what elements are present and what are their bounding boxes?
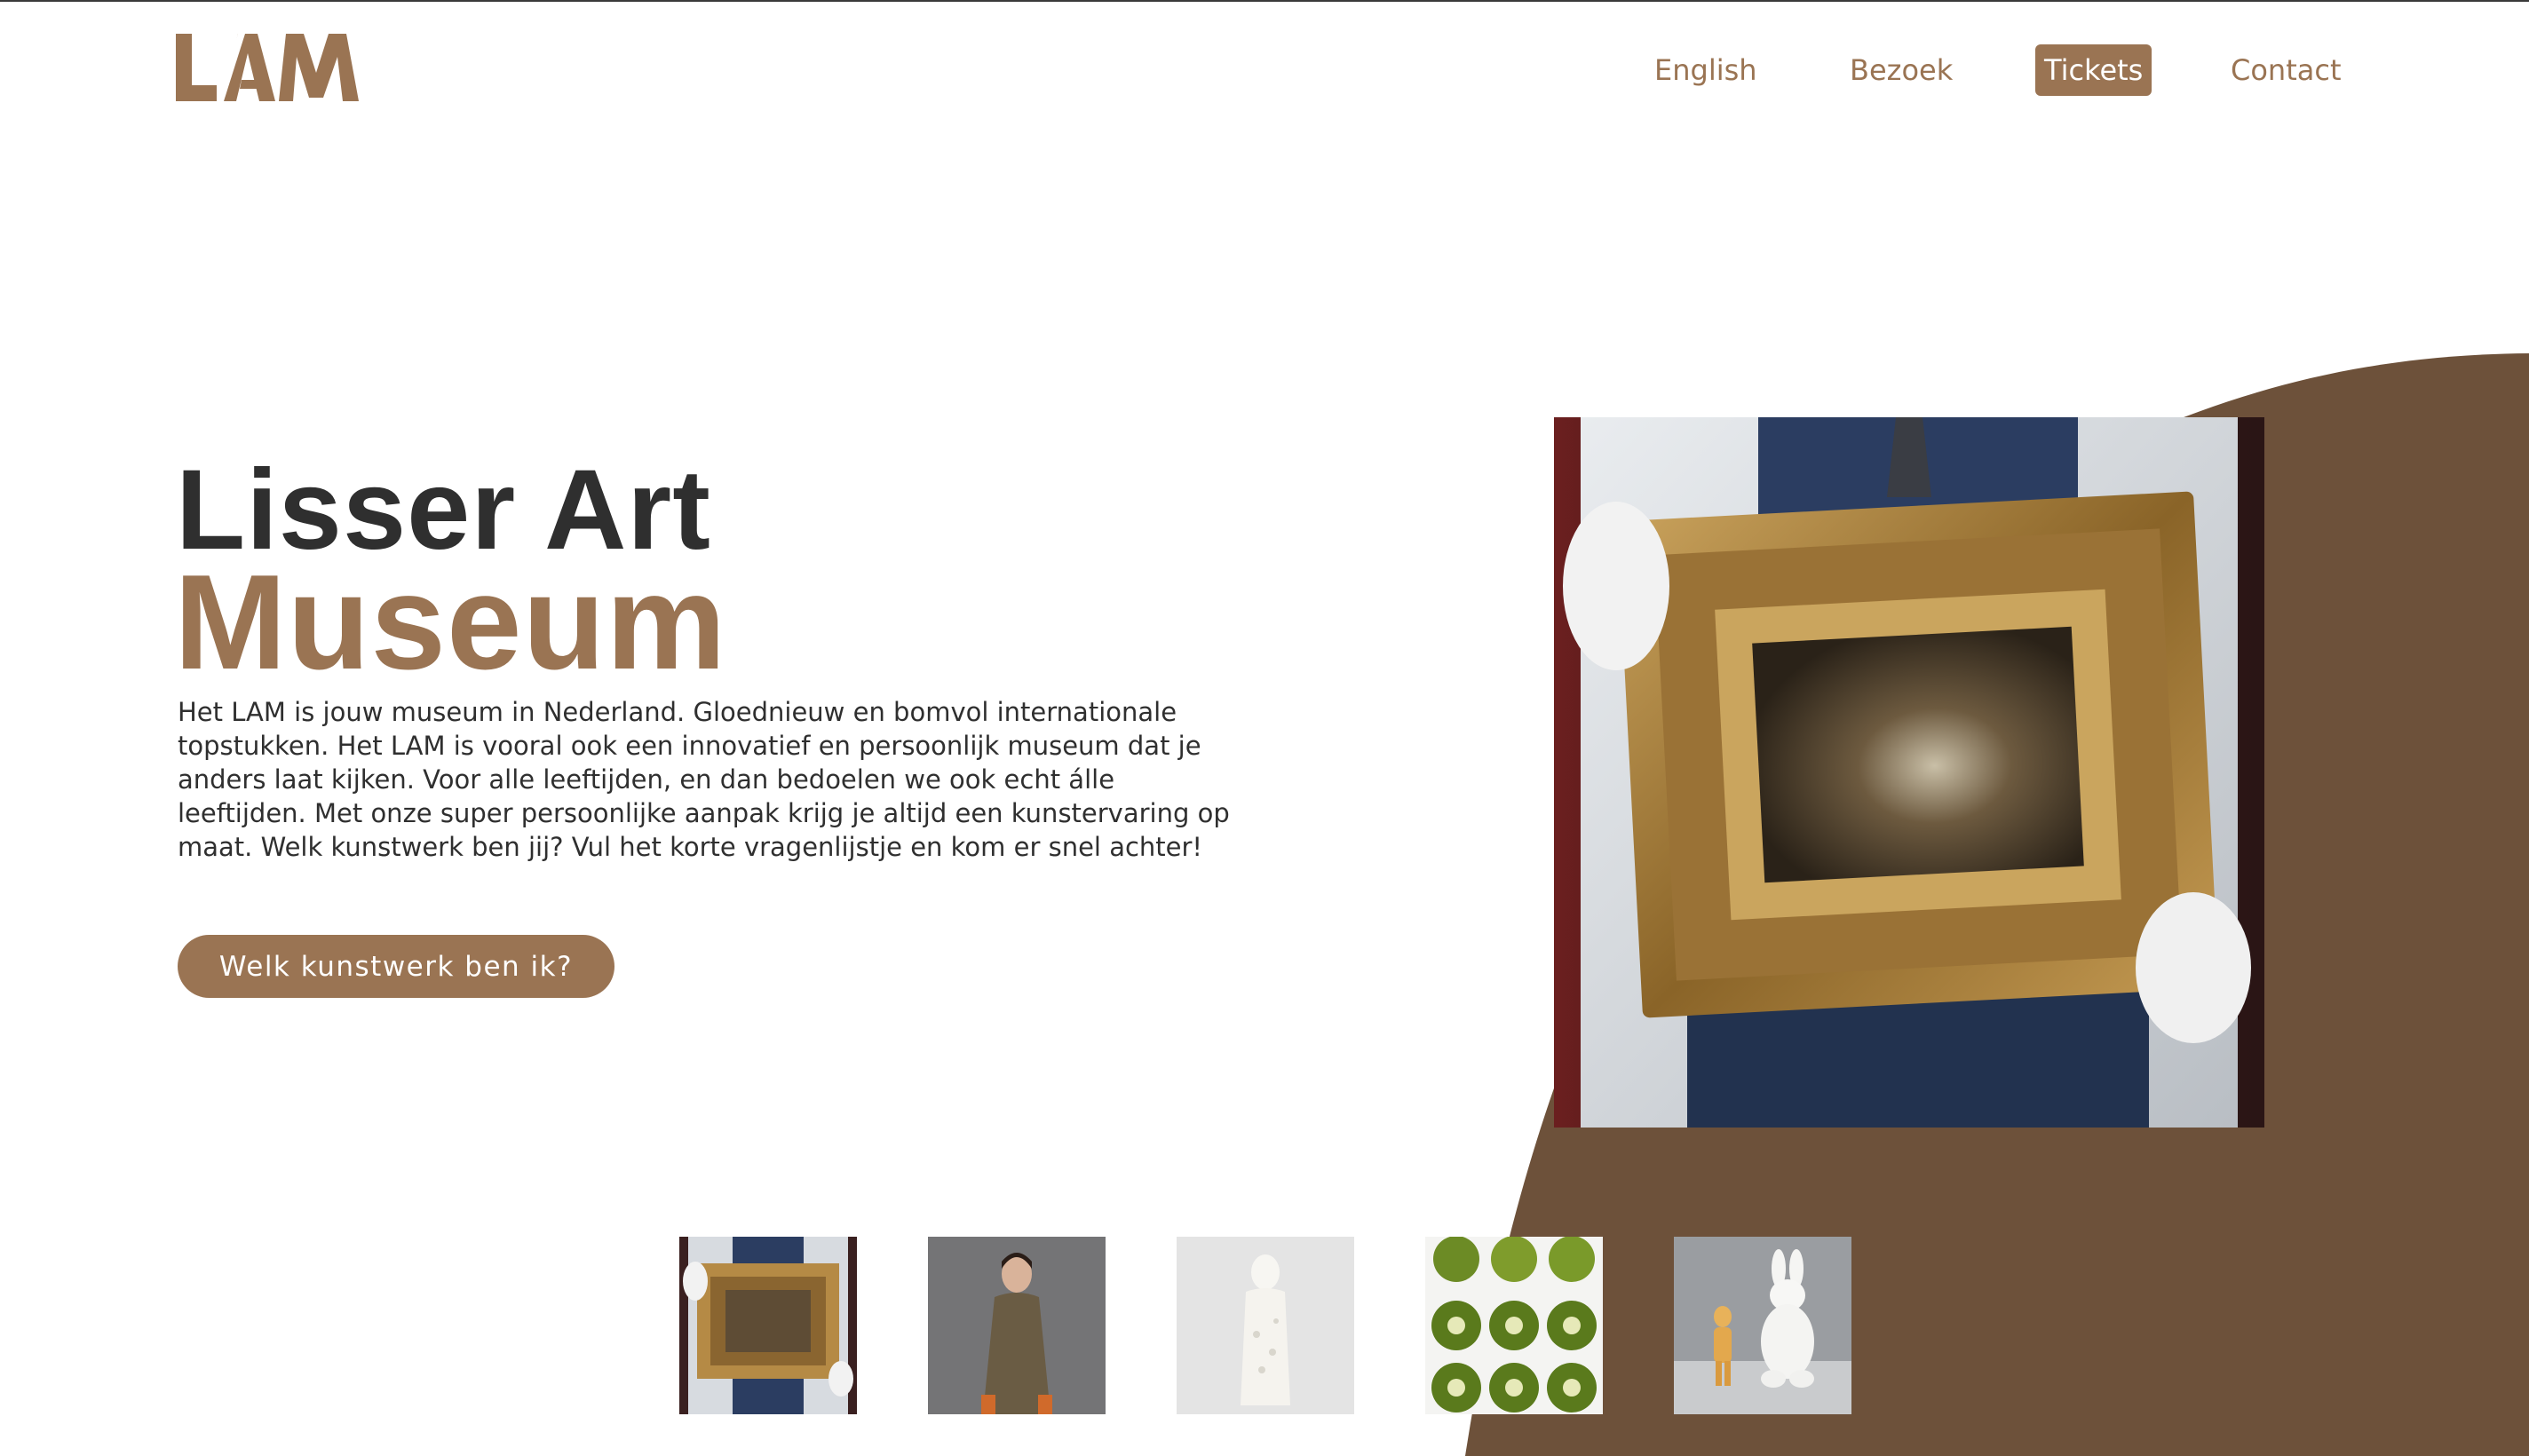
- kiwi-slices-thumbnail-icon: [1425, 1237, 1603, 1414]
- featured-painting-illustration: [1554, 417, 2264, 1128]
- figurines-thumbnail-icon: [1674, 1237, 1851, 1414]
- woman-in-coat-thumbnail-icon: [928, 1237, 1106, 1414]
- main-navigation: English Bezoek Tickets Contact: [1625, 44, 2371, 98]
- lam-logo[interactable]: [176, 34, 359, 101]
- nav-bezoek[interactable]: Bezoek: [1850, 44, 1953, 96]
- lam-logo-mark: [176, 34, 359, 101]
- white-sculpture-thumbnail-icon: [1177, 1237, 1354, 1414]
- quiz-cta-button[interactable]: Welk kunstwerk ben ik?: [178, 935, 614, 998]
- hero-description: Het LAM is jouw museum in Nederland. Glo…: [178, 697, 1230, 862]
- thumbnail-white-sculpture[interactable]: [1177, 1237, 1354, 1414]
- nav-english[interactable]: English: [1654, 44, 1757, 96]
- thumbnail-kiwi-slices[interactable]: [1425, 1237, 1603, 1414]
- thumbnail-framed-painting[interactable]: [679, 1237, 857, 1414]
- featured-artwork-image: [1554, 417, 2264, 1128]
- thumbnail-woman-in-coat[interactable]: [928, 1237, 1106, 1414]
- framed-painting-thumbnail-icon: [679, 1237, 857, 1414]
- nav-tickets[interactable]: Tickets: [2035, 44, 2152, 96]
- hero-title-line2: Museum: [174, 547, 727, 698]
- top-rule: [0, 0, 2529, 2]
- nav-contact[interactable]: Contact: [2231, 44, 2342, 96]
- thumbnail-figurines[interactable]: [1674, 1237, 1851, 1414]
